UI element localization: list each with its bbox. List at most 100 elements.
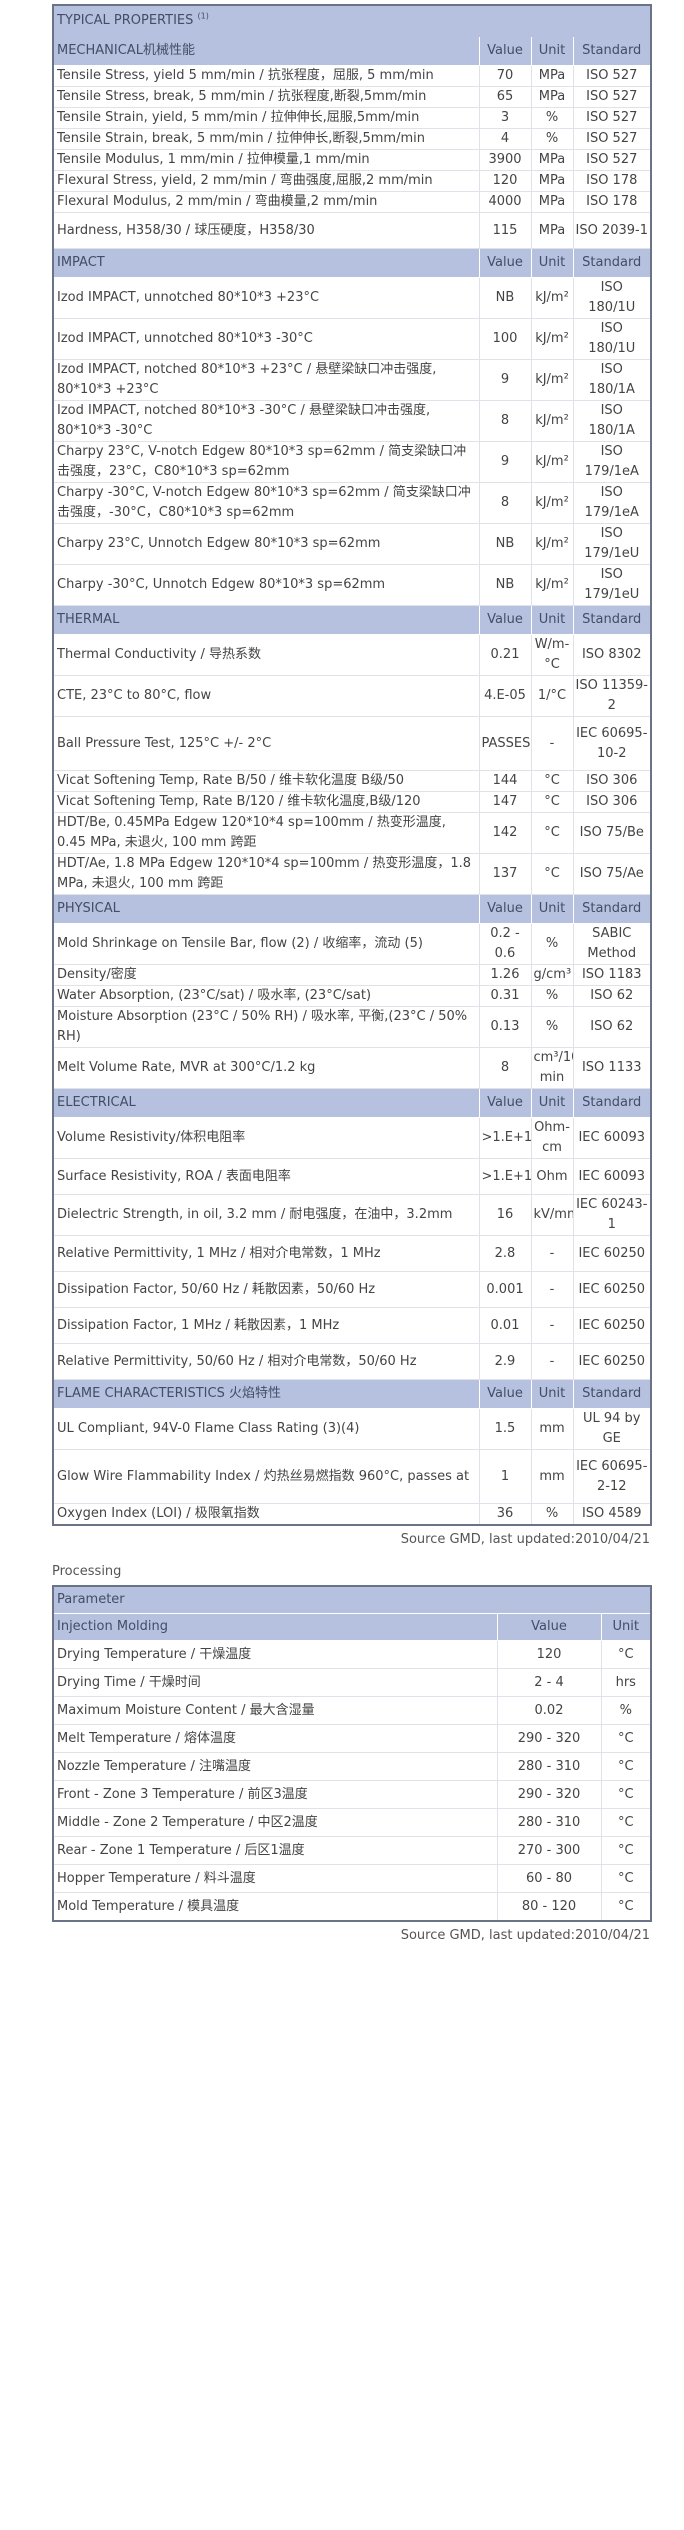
property-value: 0.01 <box>478 1307 532 1344</box>
parameter-value: 2 - 4 <box>496 1668 602 1697</box>
property-unit: W/m-°C <box>530 634 574 676</box>
property-unit: g/cm³ <box>530 964 574 986</box>
property-value: 4.E-05 <box>478 675 532 717</box>
property-unit: % <box>530 985 574 1007</box>
table-row: Tensile Stress, break, 5 mm/min / 抗张程度,断… <box>52 86 652 108</box>
property-value: 0.001 <box>478 1271 532 1308</box>
property-standard: IEC 60093 <box>572 1158 652 1195</box>
table-row: Density/密度 1.26 g/cm³ ISO 1183 <box>52 964 652 986</box>
property-name: Moisture Absorption (23°C / 50% RH) / 吸水… <box>52 1006 480 1048</box>
parameter-value: 60 - 80 <box>496 1864 602 1893</box>
table-row: Melt Temperature / 熔体温度 290 - 320 °C <box>52 1724 652 1753</box>
property-unit: °C <box>530 791 574 813</box>
property-name: CTE, 23°C to 80°C, flow <box>52 675 480 717</box>
property-name: Izod IMPACT, notched 80*10*3 +23°C / 悬壁梁… <box>52 359 480 401</box>
properties-source-note: Source GMD, last updated:2010/04/21 <box>400 1532 650 1547</box>
property-standard: ISO 178 <box>572 191 652 213</box>
property-unit: kV/mm <box>530 1194 574 1236</box>
processing-table: Parameter Injection Molding Value Unit D… <box>52 1585 653 1922</box>
property-name: Relative Permittivity, 50/60 Hz / 相对介电常数… <box>52 1343 480 1380</box>
property-standard: ISO 4589 <box>572 1503 652 1526</box>
table-row: Tensile Strain, break, 5 mm/min / 拉伸伸长,断… <box>52 128 652 150</box>
unit-column-header: Unit <box>530 1088 574 1118</box>
table-row: Vicat Softening Temp, Rate B/120 / 维卡软化温… <box>52 791 652 813</box>
property-name: Ball Pressure Test, 125°C +/- 2°C <box>52 716 480 771</box>
table-row: Izod IMPACT, notched 80*10*3 -30°C / 悬壁梁… <box>52 400 652 442</box>
property-name: Mold Shrinkage on Tensile Bar, flow (2) … <box>52 923 480 965</box>
property-unit: MPa <box>530 170 574 192</box>
unit-column-header: Unit <box>530 248 574 278</box>
property-standard: IEC 60250 <box>572 1307 652 1344</box>
table-row: Glow Wire Flammability Index / 灼热丝易燃指数 9… <box>52 1449 652 1504</box>
property-name: Charpy 23°C, V-notch Edgew 80*10*3 sp=62… <box>52 441 480 483</box>
table-row: Moisture Absorption (23°C / 50% RH) / 吸水… <box>52 1006 652 1048</box>
property-unit: kJ/m² <box>530 277 574 319</box>
parameter-unit: °C <box>600 1836 652 1865</box>
property-value: 3 <box>478 107 532 129</box>
parameter-name: Maximum Moisture Content / 最大含湿量 <box>52 1696 498 1725</box>
property-value: 1.26 <box>478 964 532 986</box>
processing-source-note: Source GMD, last updated:2010/04/21 <box>400 1928 650 1943</box>
property-unit: cm³/10 min <box>530 1047 574 1089</box>
table-row: Maximum Moisture Content / 最大含湿量 0.02% <box>52 1696 652 1725</box>
property-name: Oxygen Index (LOI) / 极限氧指数 <box>52 1503 480 1526</box>
property-standard: ISO 1183 <box>572 964 652 986</box>
property-unit: kJ/m² <box>530 441 574 483</box>
section-header: ELECTRICAL <box>52 1088 480 1118</box>
table-row: Hardness, H358/30 / 球压硬度，H358/30 115 MPa IS… <box>52 212 652 249</box>
table-row: Izod IMPACT, unnotched 80*10*3 -30°C 100 k… <box>52 318 652 360</box>
property-standard: ISO 11359-2 <box>572 675 652 717</box>
parameter-unit: °C <box>600 1780 652 1809</box>
property-value: NB <box>478 564 532 606</box>
parameter-name: Nozzle Temperature / 注嘴温度 <box>52 1752 498 1781</box>
table-title: TYPICAL PROPERTIES (1) <box>52 4 652 37</box>
property-standard: ISO 62 <box>572 1006 652 1048</box>
property-name: HDT/Ae, 1.8 MPa Edgew 120*10*4 sp=100mm … <box>52 853 480 895</box>
parameter-unit: °C <box>600 1752 652 1781</box>
property-unit: MPa <box>530 212 574 249</box>
property-value: 2.8 <box>478 1235 532 1272</box>
property-value: 0.2 - 0.6 <box>478 923 532 965</box>
property-value: NB <box>478 523 532 565</box>
property-value: 0.31 <box>478 985 532 1007</box>
parameter-name: Melt Temperature / 熔体温度 <box>52 1724 498 1753</box>
property-value: 147 <box>478 791 532 813</box>
parameter-value: 120 <box>496 1640 602 1669</box>
table-row: HDT/Be, 0.45MPa Edgew 120*10*4 sp=100mm … <box>52 812 652 854</box>
property-name: Dissipation Factor, 50/60 Hz / 耗散因素，50/6… <box>52 1271 480 1308</box>
property-name: Flexural Modulus, 2 mm/min / 弯曲模量,2 mm/m… <box>52 191 480 213</box>
value-column-header: Value <box>478 248 532 278</box>
table-title-text: TYPICAL PROPERTIES <box>57 13 194 28</box>
property-unit: % <box>530 1503 574 1526</box>
property-standard: IEC 60695-10-2 <box>572 716 652 771</box>
table-row: Tensile Stress, yield 5 mm/min / 抗张程度，屈服… <box>52 65 652 87</box>
section-header-row: THERMAL Value Unit Standard <box>52 605 652 635</box>
unit-column-header: Unit <box>530 1379 574 1409</box>
table-row: Dissipation Factor, 50/60 Hz / 耗散因素，50/6… <box>52 1271 652 1308</box>
property-standard: ISO 306 <box>572 770 652 792</box>
property-unit: mm <box>530 1449 574 1504</box>
table-row: Thermal Conductivity / 导热系数 0.21 W/m-°C ISO… <box>52 634 652 676</box>
table-row: Tensile Modulus, 1 mm/min / 拉伸模量,1 mm/mi… <box>52 149 652 171</box>
processing-label: Processing <box>52 1564 122 1579</box>
value-column-header: Value <box>478 1088 532 1118</box>
parameter-unit: °C <box>600 1892 652 1922</box>
table-row: Relative Permittivity, 50/60 Hz / 相对介电常数… <box>52 1343 652 1380</box>
value-column-header: Value <box>496 1613 602 1641</box>
property-standard: ISO 179/1eU <box>572 523 652 565</box>
property-standard: IEC 60093 <box>572 1117 652 1159</box>
property-unit: kJ/m² <box>530 523 574 565</box>
property-name: Tensile Strain, yield, 5 mm/min / 拉伸伸长,屈… <box>52 107 480 129</box>
parameter-header-row: Parameter <box>52 1585 652 1614</box>
property-standard: ISO 2039-1 <box>572 212 652 249</box>
table-row: Rear - Zone 1 Temperature / 后区1温度 270 - 3… <box>52 1836 652 1865</box>
property-unit: MPa <box>530 65 574 87</box>
property-standard: IEC 60250 <box>572 1271 652 1308</box>
table-row: Drying Time / 干燥时间 2 - 4 hrs <box>52 1668 652 1697</box>
table-row: Charpy 23°C, V-notch Edgew 80*10*3 sp=62… <box>52 441 652 483</box>
parameter-unit: °C <box>600 1640 652 1669</box>
property-name: Melt Volume Rate, MVR at 300°C/1.2 kg <box>52 1047 480 1089</box>
property-value: 65 <box>478 86 532 108</box>
property-unit: % <box>530 923 574 965</box>
property-standard: ISO 306 <box>572 791 652 813</box>
